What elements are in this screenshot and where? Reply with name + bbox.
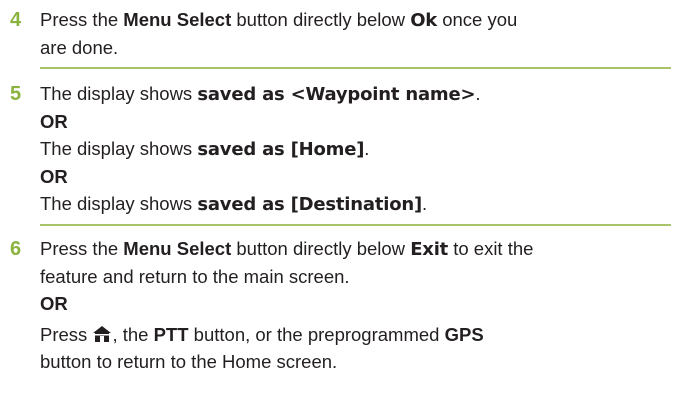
or-text: OR bbox=[40, 111, 68, 132]
text: feature and return to the main screen. bbox=[40, 266, 350, 287]
home-icon bbox=[93, 326, 112, 342]
step-body: The display shows saved as <Waypoint nam… bbox=[40, 80, 671, 218]
text: The display shows bbox=[40, 193, 198, 214]
or-label: OR bbox=[40, 163, 671, 190]
step-body: Press the Menu Select button directly be… bbox=[40, 6, 671, 61]
display-text-ok: Ok bbox=[410, 10, 438, 31]
step-line: Press the Menu Select button directly be… bbox=[40, 6, 671, 34]
text: The display shows bbox=[40, 138, 198, 159]
text: button, or the preprogrammed bbox=[188, 324, 445, 345]
step-line: Press , the PTT button, or the preprogra… bbox=[40, 321, 671, 348]
step-number: 4 bbox=[10, 9, 22, 31]
or-label: OR bbox=[40, 108, 671, 135]
divider bbox=[40, 224, 671, 226]
text: button directly below bbox=[231, 238, 411, 259]
menu-select-label: Menu Select bbox=[123, 238, 232, 259]
step-line: are done. bbox=[40, 34, 671, 61]
step-line: feature and return to the main screen. bbox=[40, 263, 671, 290]
or-text: OR bbox=[40, 293, 68, 314]
text: . bbox=[364, 138, 370, 159]
or-label: OR bbox=[40, 290, 671, 317]
text: Press bbox=[40, 324, 93, 345]
text: button to return to the Home screen. bbox=[40, 351, 338, 372]
text: . bbox=[475, 83, 481, 104]
gps-label: GPS bbox=[444, 324, 484, 345]
menu-select-label: Menu Select bbox=[123, 9, 232, 30]
step-line: Press the Menu Select button directly be… bbox=[40, 235, 671, 263]
step-number: 6 bbox=[10, 238, 22, 260]
display-message: saved as [Home] bbox=[197, 139, 365, 160]
display-text-exit: Exit bbox=[410, 239, 449, 260]
text: are done. bbox=[40, 37, 119, 58]
ptt-label: PTT bbox=[153, 324, 189, 345]
text: , the bbox=[112, 324, 154, 345]
display-message: saved as <Waypoint name> bbox=[197, 84, 476, 105]
or-text: OR bbox=[40, 166, 68, 187]
text: . bbox=[422, 193, 428, 214]
step-body: Press the Menu Select button directly be… bbox=[40, 235, 671, 375]
step-line: The display shows saved as <Waypoint nam… bbox=[40, 80, 671, 108]
text: once you bbox=[437, 9, 518, 30]
text: Press the bbox=[40, 9, 124, 30]
text: button directly below bbox=[231, 9, 411, 30]
text: The display shows bbox=[40, 83, 198, 104]
text: to exit the bbox=[448, 238, 534, 259]
step-line: button to return to the Home screen. bbox=[40, 348, 671, 375]
step-line: The display shows saved as [Home]. bbox=[40, 135, 671, 163]
step-number: 5 bbox=[10, 83, 22, 105]
step-line: The display shows saved as [Destination]… bbox=[40, 190, 671, 218]
divider bbox=[40, 67, 671, 69]
text: Press the bbox=[40, 238, 124, 259]
display-message: saved as [Destination] bbox=[197, 194, 423, 215]
